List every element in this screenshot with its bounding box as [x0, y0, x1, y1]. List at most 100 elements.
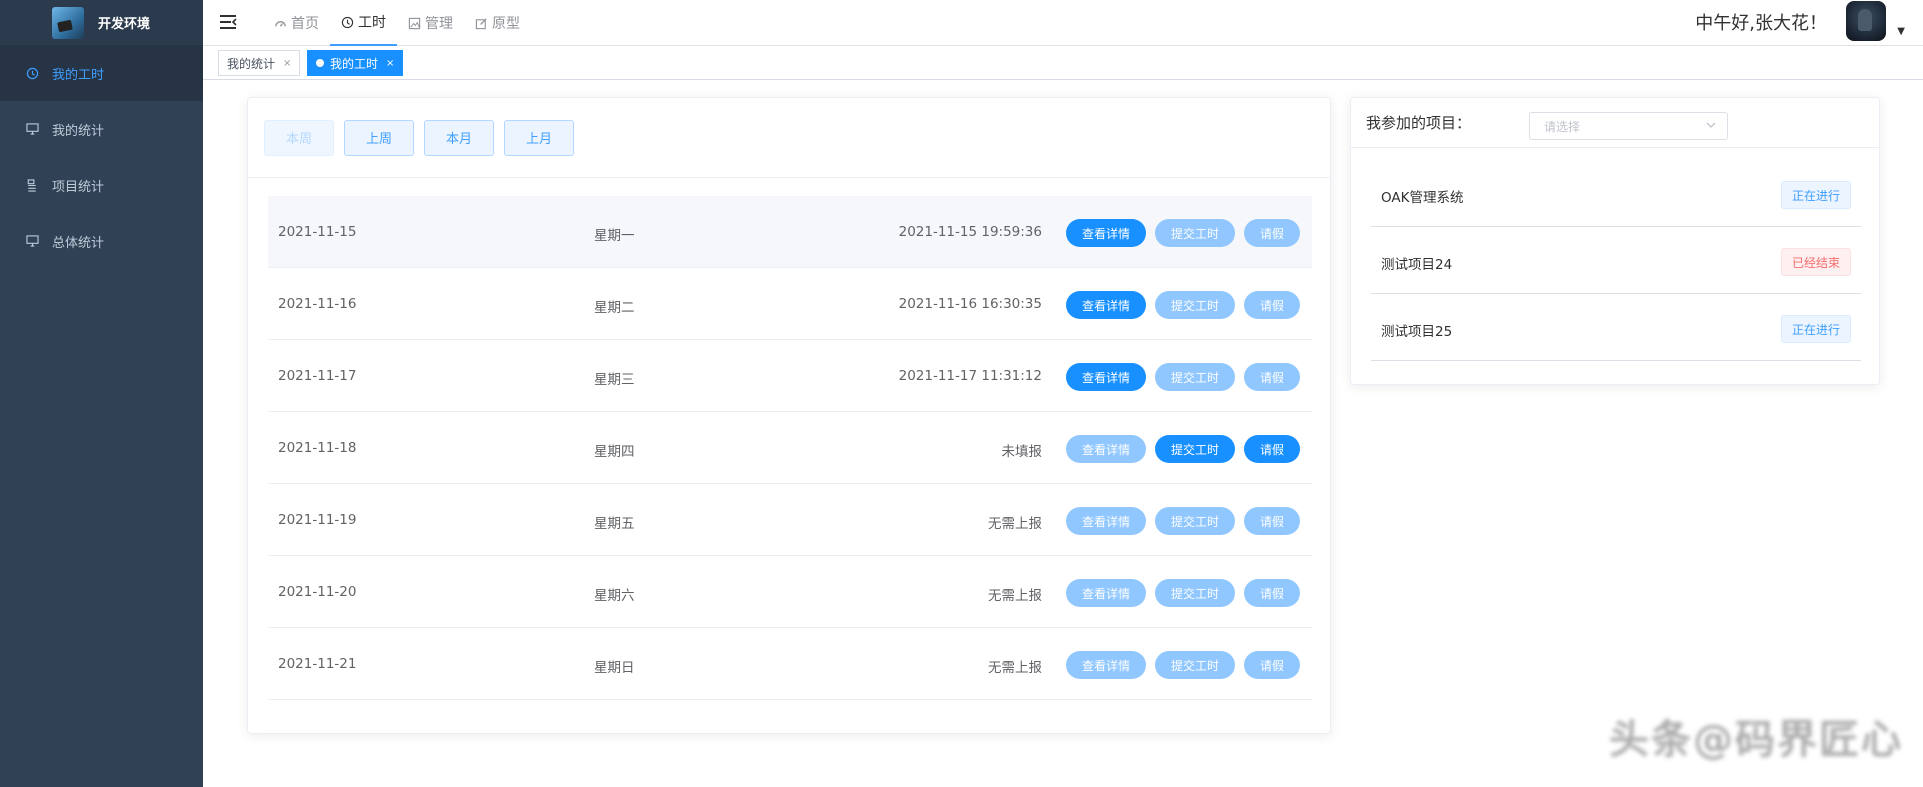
list-item[interactable]: 测试项目24 已经结束: [1371, 227, 1861, 294]
nav-hours[interactable]: 工时: [330, 0, 397, 46]
select-placeholder: 请选择: [1544, 119, 1581, 134]
submit-hours-button[interactable]: 提交工时: [1155, 507, 1235, 535]
tag-my-stats[interactable]: 我的统计 ×: [218, 50, 301, 76]
status-badge: 已经结束: [1780, 248, 1851, 276]
row-date: 2021-11-15: [278, 224, 357, 240]
last-month-button[interactable]: 上月: [504, 119, 574, 156]
this-month-button[interactable]: 本月: [424, 119, 494, 156]
row-weekday: 星期一: [594, 228, 635, 244]
close-icon[interactable]: ×: [283, 58, 291, 69]
row-weekday: 星期五: [594, 516, 635, 532]
app-title: 开发环境: [98, 17, 151, 32]
hours-card: 本周 上周 本月 上月 2021-11-15 星期一 2021-11-15 19…: [247, 97, 1331, 734]
row-status: 2021-11-15 19:59:36: [898, 224, 1042, 240]
row-date: 2021-11-18: [278, 440, 357, 456]
tag-label: 我的统计: [227, 56, 276, 71]
submit-hours-button[interactable]: 提交工时: [1155, 363, 1235, 391]
view-detail-button[interactable]: 查看详情: [1066, 219, 1146, 247]
leave-button[interactable]: 请假: [1244, 507, 1300, 535]
row-status: 2021-11-17 11:31:12: [898, 368, 1042, 384]
table-row: 2021-11-15 星期一 2021-11-15 19:59:36 查看详情 …: [268, 196, 1312, 268]
nav-hours-label: 工时: [358, 15, 386, 31]
leave-button[interactable]: 请假: [1244, 435, 1300, 463]
submit-hours-button[interactable]: 提交工时: [1155, 219, 1235, 247]
submit-hours-button[interactable]: 提交工时: [1155, 579, 1235, 607]
list-item[interactable]: 测试项目25 正在进行: [1371, 294, 1861, 361]
leave-button[interactable]: 请假: [1244, 219, 1300, 247]
row-date: 2021-11-16: [278, 296, 357, 312]
nav-home-label: 首页: [291, 16, 319, 32]
nav-manage[interactable]: 管理: [397, 0, 464, 46]
sidebar-item-overall-stats[interactable]: 总体统计: [0, 213, 203, 269]
table-row: 2021-11-19 星期五 无需上报 查看详情 提交工时 请假: [268, 484, 1312, 556]
monitor-icon: [24, 122, 40, 136]
row-weekday: 星期六: [594, 588, 635, 604]
dashboard-icon: [274, 17, 287, 30]
greeting-text: 中午好,张大花！: [1695, 13, 1827, 34]
row-date: 2021-11-17: [278, 368, 357, 384]
list-item[interactable]: OAK管理系统 正在进行: [1371, 160, 1861, 227]
close-icon[interactable]: ×: [386, 58, 394, 69]
submit-hours-button[interactable]: 提交工时: [1155, 291, 1235, 319]
row-date: 2021-11-20: [278, 584, 357, 600]
row-status: 无需上报: [988, 516, 1042, 532]
projects-card: 我参加的项目： 请选择 OAK管理系统 正在进行 测试项目24 已经结束 测试项…: [1350, 97, 1880, 385]
row-weekday: 星期三: [594, 372, 635, 388]
logo-image: [52, 6, 84, 39]
project-select[interactable]: 请选择: [1529, 112, 1728, 140]
chevron-down-icon: [1705, 119, 1717, 134]
top-navbar: 首页 工时 管理 原型 中午好,张大花！ ▼: [203, 0, 1923, 46]
nav-manage-label: 管理: [425, 16, 453, 32]
last-week-button[interactable]: 上周: [344, 119, 414, 156]
project-name: 测试项目25: [1381, 324, 1453, 340]
table-row: 2021-11-21 星期日 无需上报 查看详情 提交工时 请假: [268, 628, 1312, 700]
row-date: 2021-11-21: [278, 656, 357, 672]
view-detail-button[interactable]: 查看详情: [1066, 363, 1146, 391]
sidebar-item-label: 我的工时: [52, 67, 105, 83]
active-dot-icon: [316, 59, 324, 67]
top-nav: 首页 工时 管理 原型: [263, 0, 531, 46]
watermark: 头条@码界匠心: [1609, 717, 1903, 763]
leave-button[interactable]: 请假: [1244, 291, 1300, 319]
caret-down-icon[interactable]: ▼: [1897, 26, 1905, 37]
submit-hours-button[interactable]: 提交工时: [1155, 435, 1235, 463]
avatar[interactable]: [1846, 1, 1886, 41]
tag-my-hours[interactable]: 我的工时 ×: [307, 50, 404, 76]
nav-home[interactable]: 首页: [263, 0, 330, 46]
main-content: 本周 上周 本月 上月 2021-11-15 星期一 2021-11-15 19…: [203, 80, 1923, 787]
row-status: 无需上报: [988, 588, 1042, 604]
row-date: 2021-11-19: [278, 512, 357, 528]
view-detail-button[interactable]: 查看详情: [1066, 579, 1146, 607]
leave-button[interactable]: 请假: [1244, 363, 1300, 391]
submit-hours-button[interactable]: 提交工时: [1155, 651, 1235, 679]
leave-button[interactable]: 请假: [1244, 651, 1300, 679]
hamburger-icon[interactable]: [219, 13, 237, 31]
sidebar-item-my-stats[interactable]: 我的统计: [0, 101, 203, 157]
clock-icon: [24, 66, 40, 80]
view-detail-button[interactable]: 查看详情: [1066, 507, 1146, 535]
row-weekday: 星期二: [594, 300, 635, 316]
row-status: 未填报: [1001, 444, 1043, 460]
project-name: 测试项目24: [1381, 257, 1453, 273]
this-week-button[interactable]: 本周: [264, 119, 334, 156]
sidebar-item-my-hours[interactable]: 我的工时: [0, 45, 203, 101]
status-badge: 正在进行: [1780, 181, 1851, 209]
project-name: OAK管理系统: [1381, 190, 1464, 206]
image-icon: [408, 17, 421, 30]
sidebar-item-label: 项目统计: [52, 179, 105, 195]
view-detail-button[interactable]: 查看详情: [1066, 291, 1146, 319]
sidebar-item-label: 我的统计: [52, 123, 105, 139]
sidebar-item-label: 总体统计: [52, 235, 105, 251]
table-row: 2021-11-16 星期二 2021-11-16 16:30:35 查看详情 …: [268, 268, 1312, 340]
sidebar-item-project-stats[interactable]: 项目统计: [0, 157, 203, 213]
sidebar: 开发环境 我的工时 我的统计 项目统计 总体统计: [0, 0, 203, 787]
row-status: 无需上报: [988, 660, 1042, 676]
leave-button[interactable]: 请假: [1244, 579, 1300, 607]
row-status: 2021-11-16 16:30:35: [898, 296, 1042, 312]
nav-prototype[interactable]: 原型: [464, 0, 531, 46]
logo[interactable]: 开发环境: [0, 0, 203, 45]
status-badge: 正在进行: [1780, 315, 1851, 343]
row-weekday: 星期四: [594, 444, 635, 460]
view-detail-button[interactable]: 查看详情: [1066, 435, 1146, 463]
view-detail-button[interactable]: 查看详情: [1066, 651, 1146, 679]
